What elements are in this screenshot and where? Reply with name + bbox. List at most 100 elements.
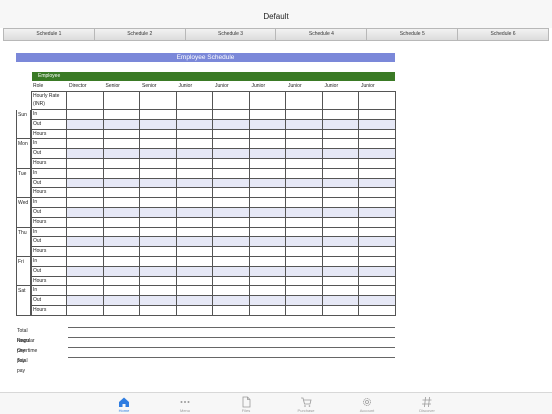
schedule-cell[interactable]	[322, 266, 359, 277]
schedule-cell[interactable]	[249, 91, 286, 110]
schedule-cell[interactable]	[249, 188, 286, 199]
schedule-cell[interactable]	[140, 237, 177, 248]
schedule-cell[interactable]	[140, 208, 177, 218]
schedule-cell[interactable]	[103, 296, 140, 306]
schedule-cell[interactable]	[322, 188, 359, 199]
schedule-cell[interactable]	[176, 159, 213, 169]
schedule-cell[interactable]	[103, 110, 140, 120]
schedule-cell[interactable]	[213, 306, 250, 316]
schedule-cell[interactable]	[140, 247, 177, 257]
schedule-cell[interactable]	[140, 296, 177, 306]
schedule-cell[interactable]	[286, 266, 323, 277]
schedule-cell[interactable]	[322, 296, 359, 306]
schedule-cell[interactable]	[213, 178, 250, 189]
tabbar-item-files[interactable]: Files	[226, 395, 266, 413]
schedule-cell[interactable]	[213, 119, 250, 130]
schedule-cell[interactable]	[213, 257, 250, 267]
schedule-cell[interactable]	[322, 208, 359, 218]
schedule-cell[interactable]	[249, 276, 286, 287]
schedule-cell[interactable]	[249, 119, 286, 130]
total-value-line[interactable]	[68, 346, 395, 348]
schedule-cell[interactable]	[213, 276, 250, 287]
schedule-cell[interactable]	[359, 217, 396, 228]
schedule-cell[interactable]	[103, 217, 140, 228]
schedule-cell[interactable]	[322, 119, 359, 130]
schedule-cell[interactable]	[176, 306, 213, 316]
schedule-cell[interactable]	[359, 257, 396, 267]
schedule-cell[interactable]	[176, 110, 213, 120]
schedule-cell[interactable]	[140, 276, 177, 287]
schedule-cell[interactable]	[103, 119, 140, 130]
schedule-cell[interactable]	[67, 286, 104, 297]
schedule-cell[interactable]	[176, 227, 213, 238]
tab-schedule-2[interactable]: Schedule 2	[94, 29, 186, 40]
schedule-cell[interactable]	[103, 276, 140, 287]
schedule-cell[interactable]	[213, 159, 250, 169]
role-header[interactable]: Junior	[250, 82, 266, 91]
tabbar-item-purchase[interactable]: Purchase	[286, 395, 326, 413]
schedule-cell[interactable]	[67, 188, 104, 199]
schedule-cell[interactable]	[67, 247, 104, 257]
schedule-cell[interactable]	[322, 198, 359, 208]
schedule-cell[interactable]	[140, 159, 177, 169]
schedule-cell[interactable]	[103, 178, 140, 189]
schedule-cell[interactable]	[286, 306, 323, 316]
schedule-cell[interactable]	[213, 227, 250, 238]
schedule-cell[interactable]	[249, 286, 286, 297]
schedule-cell[interactable]	[286, 139, 323, 150]
schedule-cell[interactable]	[176, 129, 213, 140]
schedule-cell[interactable]	[67, 296, 104, 306]
schedule-cell[interactable]	[140, 266, 177, 277]
schedule-cell[interactable]	[322, 276, 359, 287]
schedule-cell[interactable]	[359, 119, 396, 130]
schedule-cell[interactable]	[103, 208, 140, 218]
schedule-cell[interactable]	[322, 168, 359, 179]
schedule-cell[interactable]	[359, 178, 396, 189]
schedule-cell[interactable]	[359, 139, 396, 150]
schedule-cell[interactable]	[286, 227, 323, 238]
schedule-cell[interactable]	[103, 237, 140, 248]
role-header[interactable]: Junior	[359, 82, 375, 91]
schedule-cell[interactable]	[249, 296, 286, 306]
schedule-cell[interactable]	[176, 91, 213, 110]
role-header[interactable]: Director	[67, 82, 87, 91]
schedule-cell[interactable]	[67, 257, 104, 267]
schedule-cell[interactable]	[67, 198, 104, 208]
schedule-cell[interactable]	[213, 217, 250, 228]
role-header[interactable]: Senior	[140, 82, 156, 91]
schedule-cell[interactable]	[176, 286, 213, 297]
schedule-cell[interactable]	[103, 129, 140, 140]
schedule-cell[interactable]	[140, 91, 177, 110]
schedule-cell[interactable]	[322, 149, 359, 159]
schedule-cell[interactable]	[67, 91, 104, 110]
schedule-cell[interactable]	[286, 149, 323, 159]
schedule-cell[interactable]	[67, 119, 104, 130]
schedule-cell[interactable]	[249, 149, 286, 159]
schedule-cell[interactable]	[213, 139, 250, 150]
schedule-cell[interactable]	[286, 168, 323, 179]
schedule-cell[interactable]	[140, 129, 177, 140]
schedule-cell[interactable]	[67, 266, 104, 277]
schedule-cell[interactable]	[176, 168, 213, 179]
schedule-cell[interactable]	[213, 266, 250, 277]
schedule-cell[interactable]	[322, 237, 359, 248]
schedule-cell[interactable]	[213, 237, 250, 248]
schedule-cell[interactable]	[176, 296, 213, 306]
schedule-cell[interactable]	[176, 257, 213, 267]
schedule-cell[interactable]	[140, 178, 177, 189]
schedule-cell[interactable]	[213, 168, 250, 179]
schedule-cell[interactable]	[67, 178, 104, 189]
schedule-cell[interactable]	[103, 168, 140, 179]
schedule-cell[interactable]	[213, 149, 250, 159]
schedule-cell[interactable]	[286, 110, 323, 120]
schedule-cell[interactable]	[286, 237, 323, 248]
schedule-cell[interactable]	[176, 178, 213, 189]
schedule-cell[interactable]	[67, 217, 104, 228]
schedule-cell[interactable]	[249, 257, 286, 267]
tabbar-item-discover[interactable]: Discover	[407, 395, 447, 413]
schedule-cell[interactable]	[322, 139, 359, 150]
schedule-cell[interactable]	[176, 139, 213, 150]
schedule-cell[interactable]	[67, 306, 104, 316]
schedule-cell[interactable]	[322, 257, 359, 267]
schedule-cell[interactable]	[176, 276, 213, 287]
